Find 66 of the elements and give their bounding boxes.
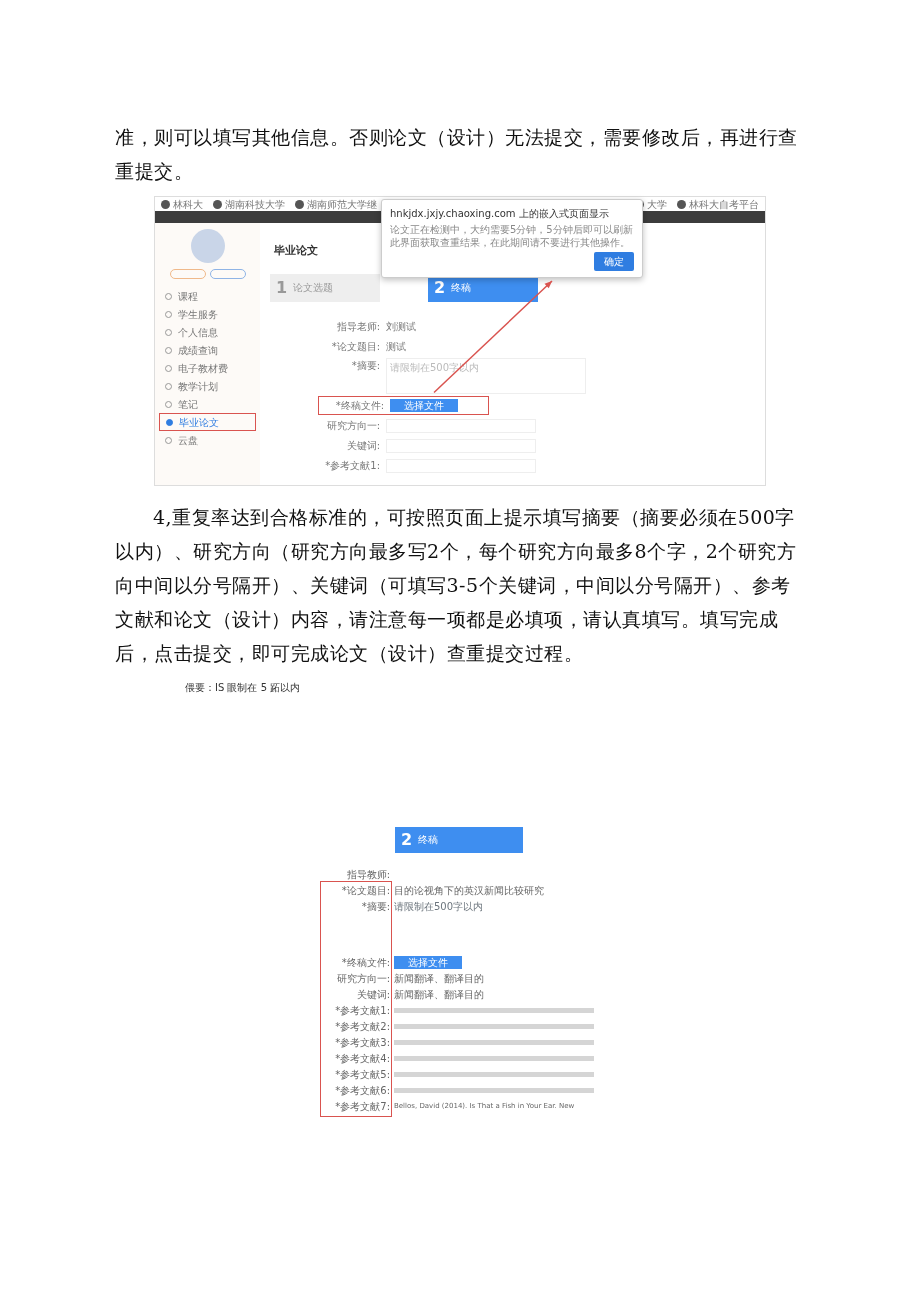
dialog-message: 论文正在检测中，大约需要5分钟，5分钟后即可以刷新此界面获取查重结果，在此期间请不要进行其他操作。 [390,224,634,249]
sidebar-item[interactable]: 学生服务 [159,305,256,323]
paragraph: 准，则可以填写其他信息。否则论文（设计）无法提交，需要修改后，再进行查重提交。 [115,125,799,184]
choose-file-button[interactable]: 选择文件 [394,956,462,969]
field-label: *参考文献1: [324,459,380,473]
input-field[interactable]: 请限制在500字以内 [394,898,484,914]
bookmark-link[interactable]: 林科大 [173,196,203,212]
step-tab[interactable]: 2 终稿 [395,826,523,853]
sidebar-item[interactable]: 课程 [159,287,256,305]
sidebar-item-label: 课程 [178,289,198,304]
field-label: *终稿文件: [334,398,384,413]
bookmark-link[interactable]: 大学 [647,196,667,212]
field-label: 关键词: [355,988,390,1002]
paragraph: 4,重复率达到合格标准的，可按照页面上提示填写摘要（摘要必须在500字以内）、研究方向（研究方向最多写2个，每个研究方向最多8个字，2个研究方向中间以分号隔开）、关键词（可填写3-5个关键词，中间以分号隔开）、参考文献和论文（设计）内容，请注意每一项都是必填项，请认真填写。填写完成后，点击提交，即可完成论文（设计）查重提交过程。 [115,504,798,666]
field-label: *参考文献6: [334,1084,390,1098]
input-field[interactable]: 新闻翻译、翻译目的 [394,971,484,986]
field-label: *参考文献5: [334,1068,390,1082]
field-label: 指导老师: [335,320,380,334]
ok-button[interactable]: 确定 [594,252,634,271]
field-label: 指导教师: [345,868,390,882]
sidebar-item[interactable]: 电子教材费 [159,359,256,377]
field-value: 测试 [386,340,406,354]
dialog-title: hnkjdx.jxjy.chaoxing.com 上的嵌入式页面显示 [390,207,610,221]
field-value: 目的论视角下的英汉新闻比较研究 [394,884,544,898]
field-label: *摘要: [360,899,390,914]
sidebar-item-label: 成绩查询 [178,343,218,358]
field-label: *参考文献4: [334,1052,390,1066]
field-label: *论文题目: [330,340,380,354]
step-number: 1 [276,276,288,299]
choose-file-button[interactable]: 选择文件 [390,398,458,412]
field-label: *摘要: [350,358,380,373]
sidebar-item[interactable]: 毕业论文 [159,413,256,431]
sidebar-item-label: 笔记 [178,397,198,412]
sidebar-item-label: 云盘 [178,433,198,448]
field-label: *参考文献7: [334,1100,390,1114]
sidebar-item-label: 教学计划 [178,379,218,394]
caption: 偎要：IS 眼制在 5 跖以内 [185,680,302,695]
sidebar-item[interactable]: 成绩查询 [159,341,256,359]
step-number: 2 [401,828,413,851]
step-title: 终稿 [418,833,439,847]
field-label: 研究方向一: [335,972,390,986]
field-label: *参考文献2: [334,1020,390,1034]
step-title: 终稿 [451,281,472,295]
input-field[interactable]: 新闻翻译、翻译目的 [394,987,484,1002]
sidebar-item[interactable]: 云盘 [159,431,256,449]
sidebar-item[interactable]: 笔记 [159,395,256,413]
sidebar-item[interactable]: 教学计划 [159,377,256,395]
bookmark-link[interactable]: 湖南科技大学 [225,196,285,212]
sidebar-item-label: 个人信息 [178,325,218,340]
step-number: 2 [434,276,446,299]
field-value: 刘测试 [386,320,416,334]
sidebar-item-label: 电子教材费 [178,361,228,376]
field-label: *参考文献3: [334,1036,390,1050]
field-label: *终稿文件: [340,956,390,970]
field-label: 研究方向一: [325,419,380,433]
field-label: *论文题目: [340,884,390,898]
step-title: 论文选题 [293,281,334,295]
page-title: 毕业论文 [274,243,318,259]
step-tab[interactable]: 1 论文选题 [270,273,380,302]
sidebar-item-label: 学生服务 [178,307,218,322]
bookmark-link[interactable]: 湖南师范大学继 [307,196,377,212]
sidebar-item-label: 毕业论文 [179,415,219,430]
sidebar-item[interactable]: 个人信息 [159,323,256,341]
field-label: *参考文献1: [334,1004,390,1018]
bookmark-link[interactable]: 林科大自考平台 [689,196,759,212]
field-label: 关键词: [345,439,380,453]
